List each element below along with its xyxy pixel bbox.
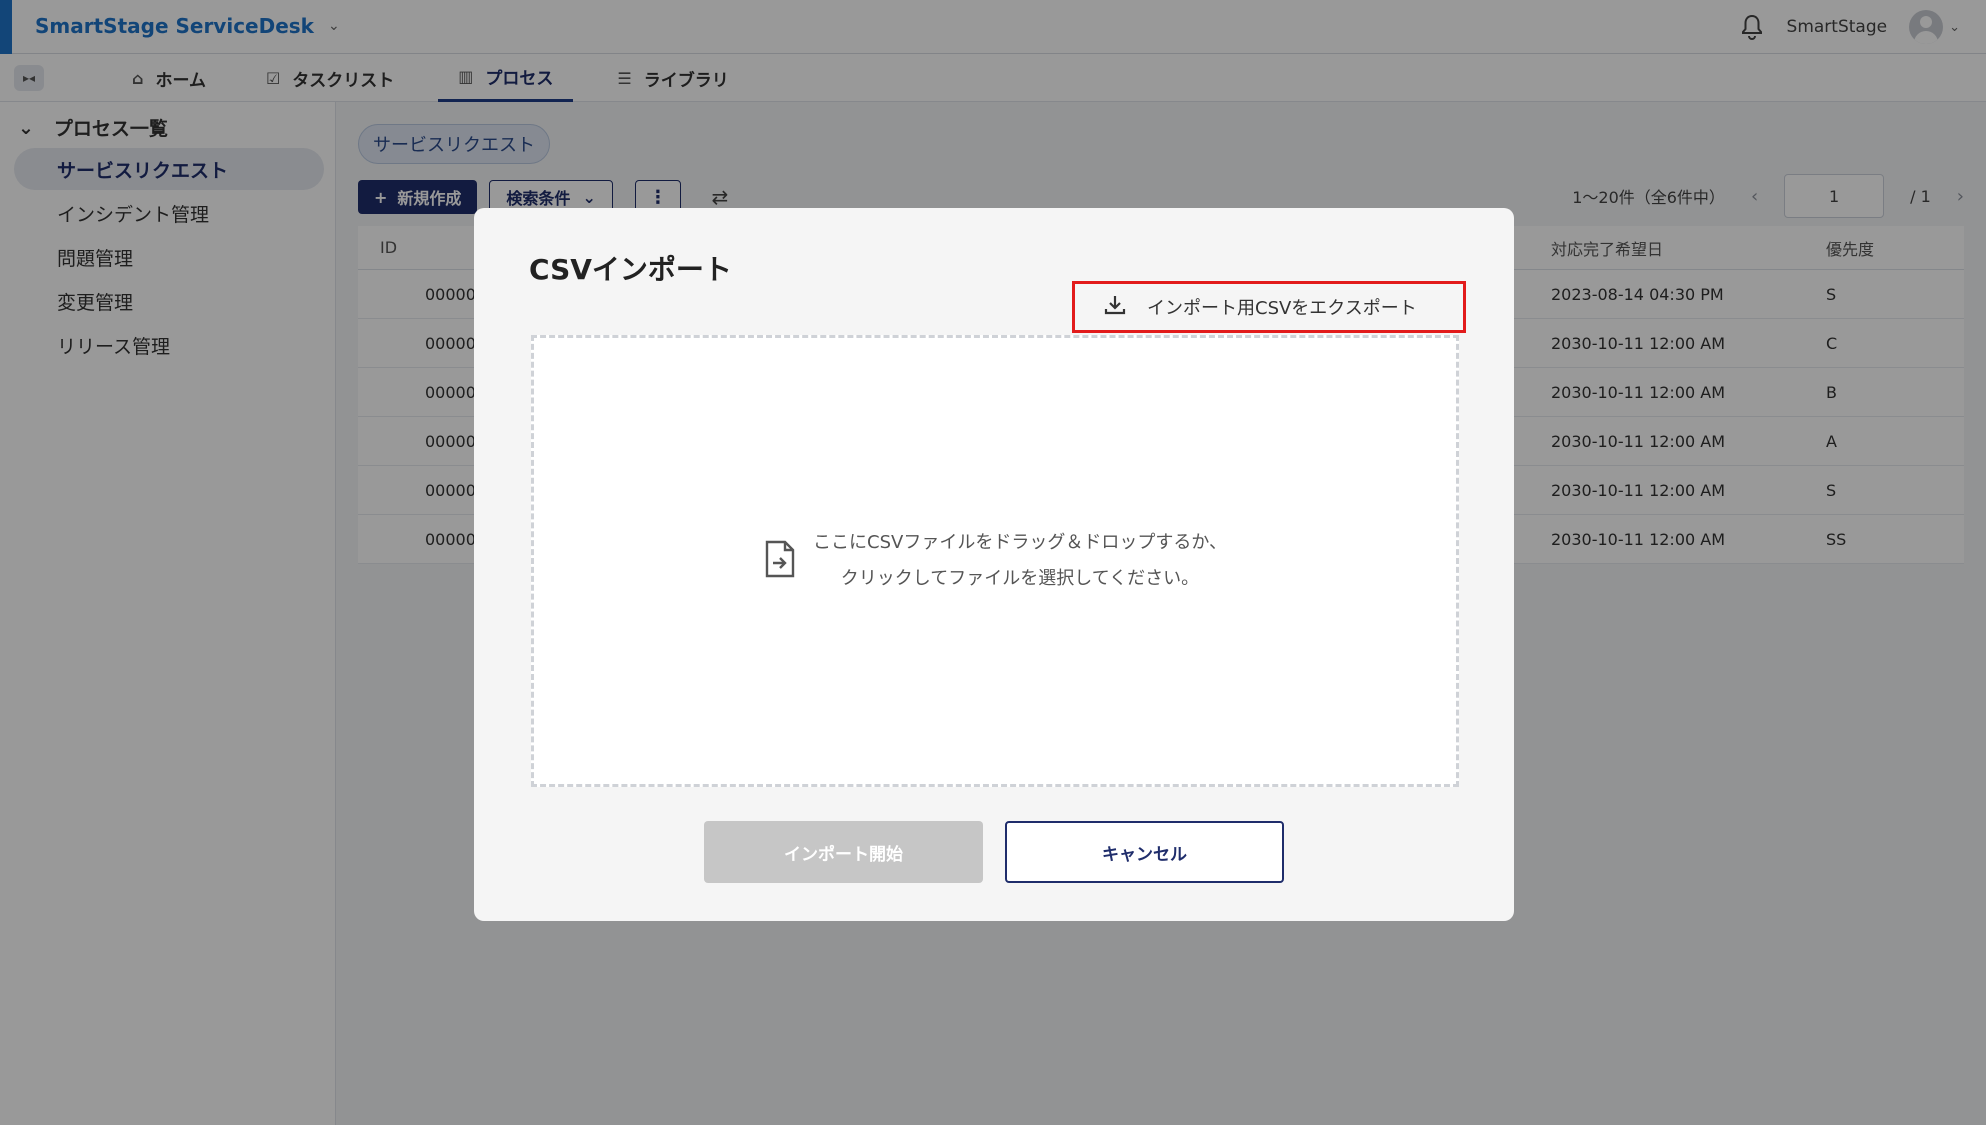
drop-text-line2: クリックしてファイルを選択してください。 xyxy=(840,568,1200,589)
download-icon xyxy=(1103,293,1127,322)
drop-instructions: ここにCSVファイルをドラッグ＆ドロップするか、 クリックしてファイルを選択して… xyxy=(813,525,1227,597)
file-import-icon xyxy=(763,539,797,583)
start-import-button[interactable]: インポート開始 xyxy=(704,821,983,883)
drop-text-line1: ここにCSVファイルをドラッグ＆ドロップするか、 xyxy=(813,532,1227,553)
export-csv-label: インポート用CSVをエクスポート xyxy=(1147,298,1417,319)
file-drop-zone[interactable]: ここにCSVファイルをドラッグ＆ドロップするか、 クリックしてファイルを選択して… xyxy=(531,335,1459,787)
dialog-title: CSVインポート xyxy=(529,253,732,286)
export-csv-button[interactable]: インポート用CSVをエクスポート xyxy=(1072,281,1466,333)
cancel-button[interactable]: キャンセル xyxy=(1005,821,1284,883)
csv-import-dialog: CSVインポート インポート用CSVをエクスポート ここにCSVファイルをドラッ… xyxy=(474,208,1514,921)
